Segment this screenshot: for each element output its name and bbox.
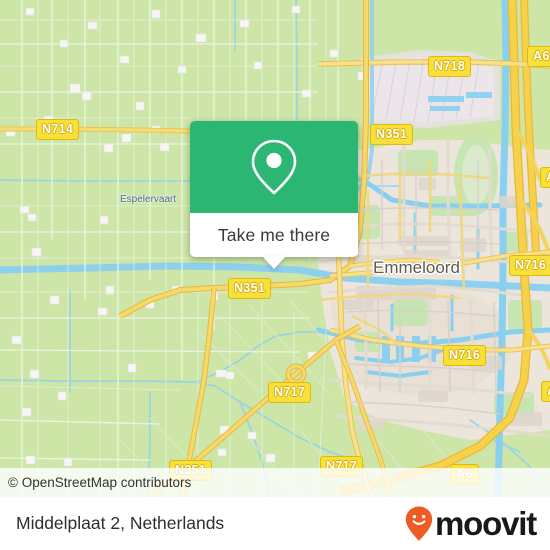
road-shield-n717-upper: N717 [268, 382, 312, 403]
address-title: Middelplaat 2, Netherlands [16, 513, 225, 533]
road-shield-n716-east: N716 [509, 255, 550, 276]
place-label-emmeloord: Emmeloord [373, 258, 460, 277]
map-screenshot: N718 A6 N714 N351 A6 N716 N351 N716 A6 N… [0, 0, 550, 550]
location-pin-icon [251, 139, 297, 195]
footer-bar: Middelplaat 2, Netherlands moovit [0, 497, 550, 550]
road-shield-n351-center: N351 [228, 278, 272, 299]
location-info-card[interactable]: Take me there [190, 121, 358, 269]
road-shield-n718: N718 [428, 56, 472, 77]
moovit-wordmark: moovit [435, 505, 537, 542]
road-shield-n716-south: N716 [443, 345, 487, 366]
map-attribution-bar: © OpenStreetMap contributors [0, 468, 550, 497]
moovit-logo[interactable]: moovit [404, 505, 537, 543]
road-shield-a6-mid: A6 [540, 167, 550, 188]
road-shield-a6-top: A6 [527, 46, 550, 67]
card-icon-panel [190, 121, 358, 213]
map-canvas[interactable]: N718 A6 N714 N351 A6 N716 N351 N716 A6 N… [0, 0, 550, 497]
road-shield-a6-lower: A6 [541, 381, 550, 402]
take-me-there-label: Take me there [217, 224, 331, 245]
road-shield-n351-north: N351 [370, 124, 414, 145]
card-pointer-arrow [262, 256, 286, 269]
water-label-espelervaart: Espelervaart [120, 194, 177, 205]
road-shield-n714: N714 [36, 119, 80, 140]
osm-attribution-text[interactable]: © OpenStreetMap contributors [0, 475, 191, 490]
card-cta-panel[interactable]: Take me there [190, 213, 358, 269]
moovit-smiley-pin-icon [405, 506, 433, 541]
